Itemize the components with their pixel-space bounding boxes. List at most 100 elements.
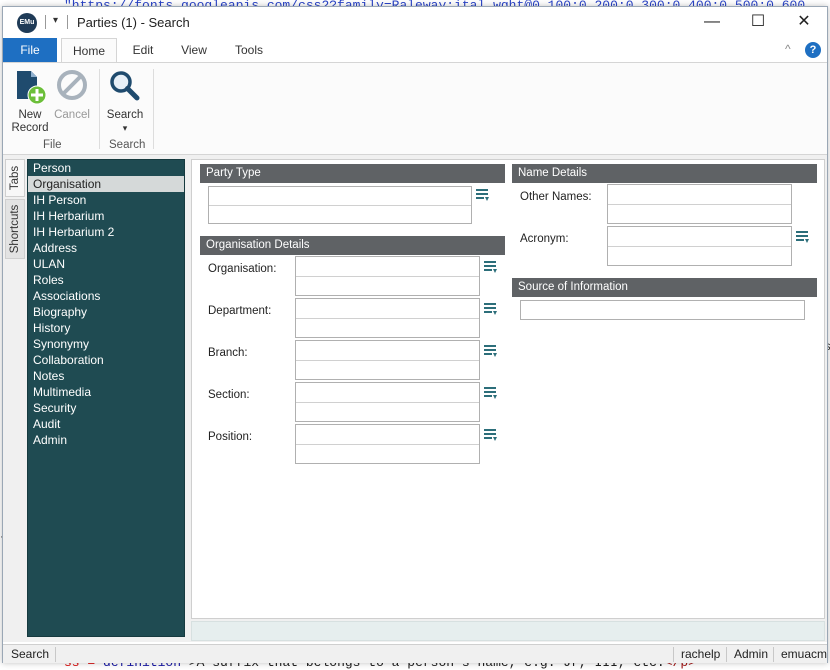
section-field[interactable] <box>295 382 480 422</box>
nav-item-associations[interactable]: Associations <box>28 288 184 304</box>
side-tab-tabs-label: Tabs <box>9 165 21 191</box>
tab-tools[interactable]: Tools <box>227 38 271 62</box>
position-field[interactable] <box>295 424 480 464</box>
collapse-ribbon-icon[interactable]: ^ <box>785 42 791 56</box>
minimize-button[interactable]: — <box>689 7 735 37</box>
lookup-list-icon[interactable] <box>484 386 498 400</box>
nav-item-multimedia[interactable]: Multimedia <box>28 384 184 400</box>
field-row-divider <box>296 318 479 319</box>
lookup-list-icon[interactable] <box>484 260 498 274</box>
organisation-form-panel: Party Type Organisation Details Organisa… <box>191 159 825 619</box>
emu-app-icon[interactable]: EMu <box>17 13 37 33</box>
status-role: Admin <box>734 647 769 661</box>
nav-item-notes[interactable]: Notes <box>28 368 184 384</box>
nav-item-ih-herbarium[interactable]: IH Herbarium <box>28 208 184 224</box>
ribbon-tabs: File Home Edit View Tools ^ ? <box>3 38 827 63</box>
new-record-label-1: New <box>18 109 42 121</box>
quick-access-dropdown-icon[interactable]: ▾ <box>53 15 58 26</box>
new-record-icon <box>17 71 47 105</box>
organisation-label: Organisation: <box>208 263 277 275</box>
section-header-organisation-details: Organisation Details <box>200 236 505 255</box>
field-row-divider <box>209 205 471 206</box>
search-label: Search <box>106 109 144 121</box>
main-area: Tabs Shortcuts Person Organisation IH Pe… <box>3 155 827 642</box>
lookup-list-icon[interactable] <box>484 302 498 316</box>
ribbon-group-separator <box>99 69 100 149</box>
nav-item-address[interactable]: Address <box>28 240 184 256</box>
nav-item-synonymy[interactable]: Synonymy <box>28 336 184 352</box>
side-tab-shortcuts[interactable]: Shortcuts <box>5 199 25 259</box>
qat-separator <box>45 15 46 29</box>
department-field[interactable] <box>295 298 480 338</box>
nav-item-organisation[interactable]: Organisation <box>28 176 184 192</box>
search-dropdown-icon[interactable]: ▾ <box>105 122 145 135</box>
nav-item-security[interactable]: Security <box>28 400 184 416</box>
other-names-label: Other Names: <box>520 191 592 203</box>
qat-separator <box>67 15 68 29</box>
search-icon <box>110 71 140 101</box>
side-tab-shortcuts-label: Shortcuts <box>9 204 21 254</box>
nav-item-biography[interactable]: Biography <box>28 304 184 320</box>
status-mode: Search <box>11 647 50 661</box>
maximize-button[interactable]: ☐ <box>735 7 781 37</box>
tab-edit[interactable]: Edit <box>123 38 163 62</box>
status-database: emuacm <box>781 647 828 661</box>
cancel-icon <box>57 70 87 100</box>
nav-item-roles[interactable]: Roles <box>28 272 184 288</box>
field-row-divider <box>296 360 479 361</box>
lookup-list-icon[interactable] <box>484 428 498 442</box>
help-icon[interactable]: ? <box>805 42 821 58</box>
tab-view[interactable]: View <box>173 38 215 62</box>
section-label: Section: <box>208 389 250 401</box>
status-separator <box>773 647 774 662</box>
field-row-divider <box>296 276 479 277</box>
lookup-list-icon[interactable] <box>476 188 490 202</box>
nav-item-collaboration[interactable]: Collaboration <box>28 352 184 368</box>
position-label: Position: <box>208 431 253 443</box>
close-button[interactable]: ✕ <box>781 7 827 37</box>
new-record-button[interactable]: New Record <box>9 69 51 135</box>
tab-navigation-list: Person Organisation IH Person IH Herbari… <box>27 159 185 637</box>
acronym-field[interactable] <box>607 226 792 266</box>
window-title: Parties (1) - Search <box>77 15 190 30</box>
status-separator <box>55 647 56 662</box>
nav-item-admin[interactable]: Admin <box>28 432 184 448</box>
organisation-field[interactable] <box>295 256 480 296</box>
new-record-label-2: Record <box>11 122 49 134</box>
nav-item-audit[interactable]: Audit <box>28 416 184 432</box>
app-window: EMu ▾ Parties (1) - Search — ☐ ✕ File Ho… <box>2 6 828 663</box>
panel-footer-strip <box>191 621 825 641</box>
status-bar: Search rachelp Admin emuacm <box>3 644 827 663</box>
lookup-list-icon[interactable] <box>484 344 498 358</box>
search-button[interactable]: Search ▾ <box>105 69 145 135</box>
lookup-list-icon[interactable] <box>796 230 810 244</box>
ribbon: New Record Cancel Search ▾ File Search <box>3 62 827 155</box>
ribbon-group-search-label: Search <box>109 139 146 151</box>
nav-item-ih-herbarium-2[interactable]: IH Herbarium 2 <box>28 224 184 240</box>
branch-field[interactable] <box>295 340 480 380</box>
nav-item-person[interactable]: Person <box>28 160 184 176</box>
tab-home[interactable]: Home <box>61 38 117 63</box>
side-tab-tabs[interactable]: Tabs <box>5 159 25 197</box>
side-tabs: Tabs Shortcuts <box>5 159 25 259</box>
status-user: rachelp <box>681 647 721 661</box>
ribbon-group-separator <box>153 69 154 149</box>
cancel-button[interactable]: Cancel <box>53 69 91 122</box>
status-separator <box>726 647 727 662</box>
section-header-party-type: Party Type <box>200 164 505 183</box>
party-type-field[interactable] <box>208 186 472 224</box>
cancel-label: Cancel <box>54 109 90 121</box>
source-of-information-field[interactable] <box>520 300 805 320</box>
title-bar: EMu ▾ Parties (1) - Search — ☐ ✕ <box>3 7 827 37</box>
nav-item-history[interactable]: History <box>28 320 184 336</box>
ribbon-group-file-label: File <box>43 139 62 151</box>
field-row-divider <box>296 402 479 403</box>
other-names-field[interactable] <box>607 184 792 224</box>
nav-item-ulan[interactable]: ULAN <box>28 256 184 272</box>
tab-file[interactable]: File <box>3 38 57 62</box>
status-separator <box>673 647 674 662</box>
department-label: Department: <box>208 305 272 317</box>
nav-item-ih-person[interactable]: IH Person <box>28 192 184 208</box>
section-header-source-of-information: Source of Information <box>512 278 817 297</box>
field-row-divider <box>608 204 791 205</box>
